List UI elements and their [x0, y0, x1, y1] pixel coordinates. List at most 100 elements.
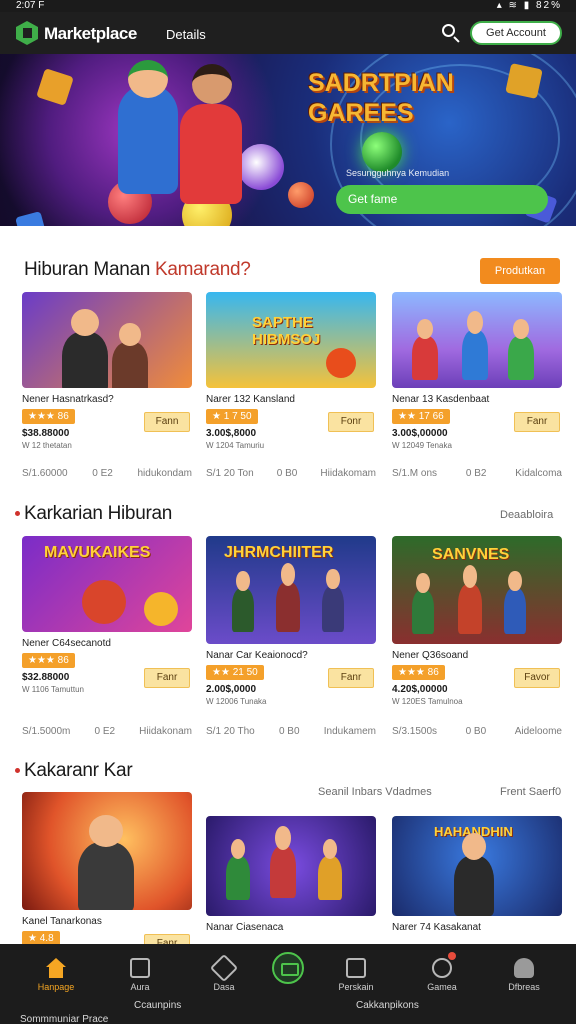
- store-icon[interactable]: [272, 952, 304, 984]
- logo-icon[interactable]: [16, 21, 38, 45]
- thumb-title: SANVNES: [432, 546, 510, 563]
- footer-left: S/1.60000: [22, 468, 68, 479]
- search-icon[interactable]: [440, 22, 462, 44]
- game-thumbnail[interactable]: MAVUKAIKES: [22, 536, 192, 632]
- buy-button[interactable]: Fanr: [144, 668, 190, 688]
- box-icon: [346, 958, 366, 978]
- nav-label: Aura: [130, 982, 150, 992]
- thumb-title: JHRMCHIITER: [224, 544, 334, 561]
- card-footer: S/1 20 Tho 0 B0 Indukamem: [206, 726, 376, 737]
- hero-tagline: Sesungguhnya Kemudian: [346, 168, 450, 178]
- game-meta: W 1204 Tamuriu: [206, 441, 265, 450]
- section2-link[interactable]: Deaabloira: [500, 509, 553, 521]
- nav-item-profile[interactable]: Dfbreas: [488, 952, 560, 992]
- game-name: Narer 74 Kasakanat: [392, 922, 481, 933]
- nav-label: Dasa: [213, 982, 235, 992]
- rating-badge: ★★★ 86: [22, 653, 75, 668]
- status-time: 2:07 F: [16, 0, 45, 11]
- game-name: Nener C64secanotd: [22, 638, 111, 649]
- get-account-button[interactable]: Get Account: [470, 21, 562, 45]
- game-card[interactable]: Kanel Tanarkonas ★ 4.8 Fanr: [22, 792, 192, 954]
- nav-item-aura[interactable]: Aura: [104, 952, 176, 992]
- buy-button[interactable]: Fanr: [514, 412, 560, 432]
- section1-title: Hiburan Manan Kamarand?: [24, 259, 251, 281]
- bottom-text-left: Sommmuniar Prace: [20, 1014, 109, 1024]
- section1-action-button[interactable]: Produtkan: [480, 258, 560, 284]
- footer-right: hidukondam: [137, 468, 192, 479]
- rating-badge: ★★★ 86: [22, 409, 75, 424]
- game-meta: W 12 thetatan: [22, 441, 72, 450]
- game-card[interactable]: SAPTHE HIBMSOJ Narer 132 Kansland ★ 1 7 …: [206, 292, 376, 479]
- nav-item-home[interactable]: Hanpage: [20, 952, 92, 992]
- app-header: Marketplace Details Get Account: [0, 12, 576, 54]
- footer-left: S/1 20 Ton: [206, 468, 254, 479]
- hero-title: SADRTPIAN GAREES: [308, 69, 454, 127]
- rating-badge: ★★ 17 66: [392, 409, 450, 424]
- game-meta: W 12006 Tunaka: [206, 697, 267, 706]
- footer-left: S/1.M ons: [392, 468, 438, 479]
- nav-item-gamea[interactable]: Gamea: [406, 952, 478, 992]
- game-card[interactable]: MAVUKAIKES Nener C64secanotd ★★★ 86 $32.…: [22, 536, 192, 737]
- purple-ball: [238, 144, 284, 190]
- buy-button[interactable]: Fann: [144, 412, 190, 432]
- hero-cta-button[interactable]: Get fame: [336, 185, 548, 214]
- footer-right: Indukamem: [323, 726, 376, 737]
- game-card[interactable]: Nener Hasnatrkasd? ★★★ 86 $38.88000 W 12…: [22, 292, 192, 479]
- gamepad-icon: [130, 958, 150, 978]
- game-thumbnail[interactable]: [22, 292, 192, 388]
- footer-right: Hiidakomam: [320, 468, 376, 479]
- hero-banner[interactable]: SADRTPIAN GAREES Sesungguhnya Kemudian G…: [0, 54, 576, 226]
- game-name: Nanar Car Keaionocd?: [206, 650, 308, 661]
- game-thumbnail[interactable]: JHRMCHIITER: [206, 536, 376, 644]
- section2-title: Karkarian Hiburan: [14, 503, 173, 524]
- game-thumbnail[interactable]: SAPTHE HIBMSOJ: [206, 292, 376, 388]
- section3-link-left[interactable]: Seanil Inbars Vdadmes: [318, 786, 432, 798]
- rating-badge: ★★ 21 50: [206, 665, 264, 680]
- floating-cube: [505, 63, 543, 99]
- status-bar: 2:07 F ▴ ≋ ▮ 82%: [0, 0, 576, 12]
- brand-title: Marketplace: [44, 24, 137, 43]
- game-thumbnail[interactable]: [392, 292, 562, 388]
- game-name: Nenar 13 Kasdenbaat: [392, 394, 490, 405]
- game-card[interactable]: Nenar 13 Kasdenbaat ★★ 17 66 3.00$,00000…: [392, 292, 562, 479]
- game-card[interactable]: HAHANDHIN Narer 74 Kasakanat: [392, 816, 562, 933]
- card-footer: S/1.5000m 0 E2 Hiidakonam: [22, 726, 192, 737]
- buy-button[interactable]: Fanr: [328, 668, 374, 688]
- section3-title: Kakaranr Kar: [14, 760, 133, 781]
- home-icon: [46, 958, 66, 978]
- footer-right: Hiidakonam: [139, 726, 192, 737]
- bottom-text-right: Cakkanpikons: [356, 1000, 419, 1011]
- nav-label: Perskain: [338, 982, 374, 992]
- game-thumbnail[interactable]: [206, 816, 376, 916]
- hero-orb: [362, 132, 402, 172]
- footer-right: Kidalcoma: [515, 468, 562, 479]
- footer-left: S/1.5000m: [22, 726, 71, 737]
- status-icons: ▴ ≋ ▮ 82%: [496, 0, 562, 11]
- bottom-text-mid: Ccaunpins: [134, 1000, 182, 1011]
- notification-badge: [448, 952, 456, 960]
- buy-button[interactable]: Fonr: [328, 412, 374, 432]
- buy-button[interactable]: Favor: [514, 668, 560, 688]
- game-thumbnail[interactable]: [22, 792, 192, 910]
- footer-mid: 0 B2: [465, 468, 487, 479]
- footer-mid: 0 E2: [94, 726, 116, 737]
- game-name: Nener Hasnatrkasd?: [22, 394, 114, 405]
- rating-badge: ★ 1 7 50: [206, 409, 258, 424]
- nav-item-dasa[interactable]: Dasa: [188, 952, 260, 992]
- hero-character-left: [118, 60, 178, 194]
- header-tab-details[interactable]: Details: [166, 27, 206, 42]
- game-thumbnail[interactable]: SANVNES: [392, 536, 562, 644]
- tag-icon: [209, 953, 239, 983]
- heart-icon: [432, 958, 452, 978]
- game-thumbnail[interactable]: HAHANDHIN: [392, 816, 562, 916]
- nav-label: Dfbreas: [508, 982, 540, 992]
- nav-item-perskain[interactable]: Perskain: [320, 952, 392, 992]
- game-card[interactable]: JHRMCHIITER Nanar Car Keaionocd? ★★ 21 5…: [206, 536, 376, 737]
- section3-link-right[interactable]: Frent Saerf0: [500, 786, 561, 798]
- card-footer: S/1.M ons 0 B2 Kidalcoma: [392, 468, 562, 479]
- game-card[interactable]: SANVNES Nener Q36soand ★★★ 86 4.20$,0000…: [392, 536, 562, 737]
- game-name: Nanar Ciasenaca: [206, 922, 284, 933]
- game-card[interactable]: Nanar Ciasenaca: [206, 816, 376, 933]
- rating-badge: ★★★ 86: [392, 665, 445, 680]
- card-footer: S/1 20 Ton 0 B0 Hiidakomam: [206, 468, 376, 479]
